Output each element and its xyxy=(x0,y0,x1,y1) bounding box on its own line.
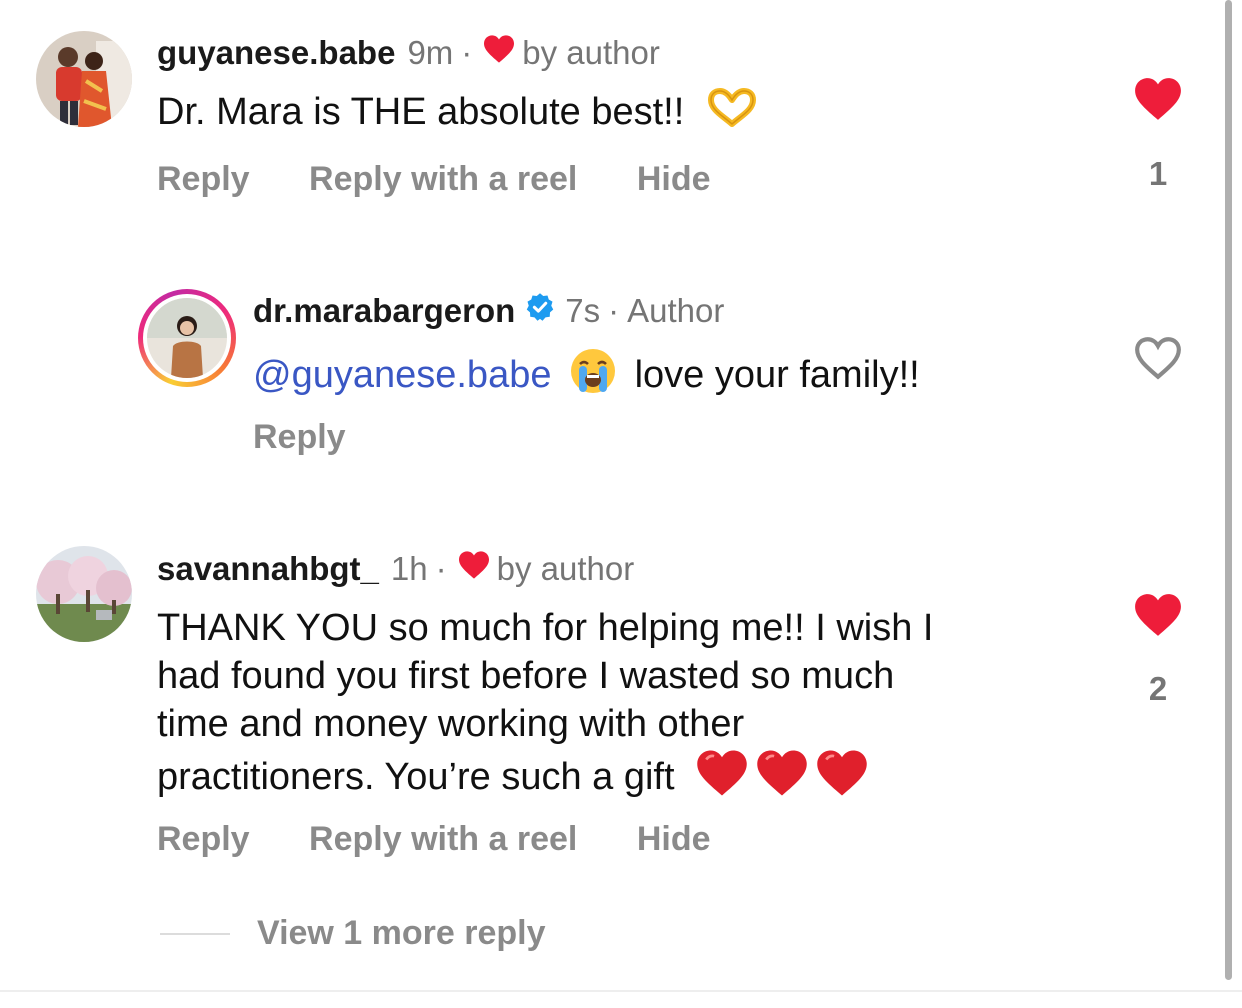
comment-line: had found you first before I wasted so m… xyxy=(157,655,895,697)
comment-text: THANK YOU so much for helping me!! I wis… xyxy=(157,604,1087,810)
comment-meta: guyanese.babe 9m · by author xyxy=(157,34,660,72)
reply-button[interactable]: Reply xyxy=(157,160,250,199)
comment-actions: Reply Reply with a reel Hide xyxy=(157,160,711,199)
comment-text: Dr. Mara is THE absolute best!! xyxy=(157,88,759,140)
comment-meta: dr.marabargeron 7s · Author xyxy=(253,292,724,330)
comment-text: @guyanese.babe love your family!! xyxy=(253,346,920,408)
separator: · xyxy=(461,34,473,71)
like-button[interactable] xyxy=(1133,592,1183,643)
reply-button[interactable]: Reply xyxy=(157,820,250,859)
avatar[interactable] xyxy=(36,31,132,127)
username[interactable]: dr.marabargeron xyxy=(253,292,515,330)
liked-by-author-heart-icon xyxy=(482,34,516,72)
hide-button[interactable]: Hide xyxy=(637,160,711,199)
like-count: 1 xyxy=(1148,155,1168,192)
hide-button[interactable]: Hide xyxy=(637,820,711,859)
comment-actions: Reply xyxy=(253,418,346,457)
red-heart-emoji-icon xyxy=(755,748,809,810)
avatar[interactable] xyxy=(36,546,132,642)
comment-line: THANK YOU so much for helping me!! I wis… xyxy=(157,607,934,649)
heart-hands-emoji-icon xyxy=(705,88,759,140)
reply-button[interactable]: Reply xyxy=(253,418,346,457)
liked-by-author-label: by author xyxy=(496,550,635,587)
red-heart-emoji-icon xyxy=(695,748,749,810)
timestamp: 1h xyxy=(390,550,428,587)
mention-link[interactable]: @guyanese.babe xyxy=(253,354,551,396)
verified-badge-icon xyxy=(525,292,555,330)
timestamp: 7s xyxy=(565,292,601,329)
avatar[interactable] xyxy=(138,289,236,387)
like-button[interactable] xyxy=(1133,76,1183,127)
liked-by-author-heart-icon xyxy=(457,550,491,588)
view-more-replies-button[interactable]: View 1 more reply xyxy=(257,914,546,953)
comment-actions: Reply Reply with a reel Hide xyxy=(157,820,711,859)
comment-line: practitioners. You’re such a gift xyxy=(157,756,675,799)
replies-divider xyxy=(160,933,230,935)
heart-filled-icon xyxy=(1135,594,1181,636)
separator: · xyxy=(608,292,620,329)
comment-line: time and money working with other xyxy=(157,703,745,745)
scrollbar[interactable] xyxy=(1225,0,1232,980)
separator: · xyxy=(435,550,447,587)
comment-meta: savannahbgt_ 1h · by author xyxy=(157,550,634,588)
comment-body: Dr. Mara is THE absolute best!! xyxy=(157,91,685,134)
divider xyxy=(0,990,1242,992)
heart-filled-icon xyxy=(1135,78,1181,120)
red-heart-emoji-icon xyxy=(815,748,869,810)
reply-with-reel-button[interactable]: Reply with a reel xyxy=(309,160,577,199)
crying-face-emoji-icon xyxy=(568,346,618,408)
username[interactable]: guyanese.babe xyxy=(157,34,395,72)
like-button[interactable] xyxy=(1133,335,1183,386)
username[interactable]: savannahbgt_ xyxy=(157,550,379,588)
reply-with-reel-button[interactable]: Reply with a reel xyxy=(309,820,577,859)
like-count: 2 xyxy=(1148,670,1168,707)
author-label: Author xyxy=(627,292,725,329)
heart-outline-icon xyxy=(1135,337,1181,380)
comment-body: love your family!! xyxy=(634,354,920,397)
liked-by-author-label: by author xyxy=(522,34,660,71)
timestamp: 9m xyxy=(407,34,454,71)
